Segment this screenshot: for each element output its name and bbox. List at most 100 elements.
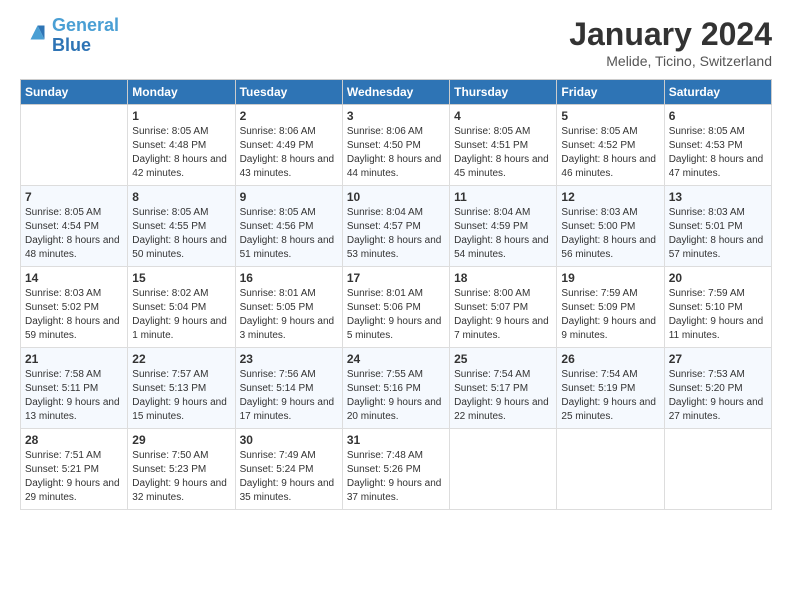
day-number: 22 [132, 352, 230, 366]
col-tuesday: Tuesday [235, 80, 342, 105]
logo-general: General [52, 15, 119, 35]
calendar-cell: 10 Sunrise: 8:04 AMSunset: 4:57 PMDaylig… [342, 186, 449, 267]
calendar-cell [664, 429, 771, 510]
calendar-body: 1 Sunrise: 8:05 AMSunset: 4:48 PMDayligh… [21, 105, 772, 510]
day-number: 28 [25, 433, 123, 447]
calendar-cell: 9 Sunrise: 8:05 AMSunset: 4:56 PMDayligh… [235, 186, 342, 267]
calendar-cell: 3 Sunrise: 8:06 AMSunset: 4:50 PMDayligh… [342, 105, 449, 186]
day-number: 29 [132, 433, 230, 447]
day-info: Sunrise: 8:01 AMSunset: 5:06 PMDaylight:… [347, 287, 445, 343]
day-number: 8 [132, 190, 230, 204]
col-monday: Monday [128, 80, 235, 105]
day-number: 27 [669, 352, 767, 366]
day-info: Sunrise: 7:54 AMSunset: 5:17 PMDaylight:… [454, 368, 552, 424]
calendar-cell: 25 Sunrise: 7:54 AMSunset: 5:17 PMDaylig… [450, 348, 557, 429]
day-number: 12 [561, 190, 659, 204]
day-info: Sunrise: 8:05 AMSunset: 4:48 PMDaylight:… [132, 125, 230, 181]
calendar-cell: 6 Sunrise: 8:05 AMSunset: 4:53 PMDayligh… [664, 105, 771, 186]
page-header: General Blue January 2024 Melide, Ticino… [20, 16, 772, 69]
day-number: 30 [240, 433, 338, 447]
day-number: 4 [454, 109, 552, 123]
calendar-cell: 11 Sunrise: 8:04 AMSunset: 4:59 PMDaylig… [450, 186, 557, 267]
page-container: General Blue January 2024 Melide, Ticino… [0, 0, 792, 520]
day-info: Sunrise: 8:03 AMSunset: 5:01 PMDaylight:… [669, 206, 767, 262]
calendar-cell: 8 Sunrise: 8:05 AMSunset: 4:55 PMDayligh… [128, 186, 235, 267]
day-number: 31 [347, 433, 445, 447]
day-info: Sunrise: 7:55 AMSunset: 5:16 PMDaylight:… [347, 368, 445, 424]
calendar-table: Sunday Monday Tuesday Wednesday Thursday… [20, 79, 772, 510]
day-info: Sunrise: 7:57 AMSunset: 5:13 PMDaylight:… [132, 368, 230, 424]
col-friday: Friday [557, 80, 664, 105]
day-number: 10 [347, 190, 445, 204]
calendar-cell: 14 Sunrise: 8:03 AMSunset: 5:02 PMDaylig… [21, 267, 128, 348]
calendar-cell: 22 Sunrise: 7:57 AMSunset: 5:13 PMDaylig… [128, 348, 235, 429]
logo-text: General Blue [52, 16, 119, 56]
calendar-cell: 20 Sunrise: 7:59 AMSunset: 5:10 PMDaylig… [664, 267, 771, 348]
day-info: Sunrise: 8:05 AMSunset: 4:54 PMDaylight:… [25, 206, 123, 262]
calendar-week-row: 1 Sunrise: 8:05 AMSunset: 4:48 PMDayligh… [21, 105, 772, 186]
col-thursday: Thursday [450, 80, 557, 105]
day-number: 26 [561, 352, 659, 366]
calendar-cell: 21 Sunrise: 7:58 AMSunset: 5:11 PMDaylig… [21, 348, 128, 429]
calendar-cell [21, 105, 128, 186]
day-info: Sunrise: 8:05 AMSunset: 4:56 PMDaylight:… [240, 206, 338, 262]
calendar-cell: 30 Sunrise: 7:49 AMSunset: 5:24 PMDaylig… [235, 429, 342, 510]
day-info: Sunrise: 7:56 AMSunset: 5:14 PMDaylight:… [240, 368, 338, 424]
day-info: Sunrise: 8:06 AMSunset: 4:49 PMDaylight:… [240, 125, 338, 181]
day-info: Sunrise: 7:59 AMSunset: 5:09 PMDaylight:… [561, 287, 659, 343]
calendar-cell: 24 Sunrise: 7:55 AMSunset: 5:16 PMDaylig… [342, 348, 449, 429]
day-number: 20 [669, 271, 767, 285]
calendar-cell: 28 Sunrise: 7:51 AMSunset: 5:21 PMDaylig… [21, 429, 128, 510]
calendar-cell: 17 Sunrise: 8:01 AMSunset: 5:06 PMDaylig… [342, 267, 449, 348]
calendar-cell: 7 Sunrise: 8:05 AMSunset: 4:54 PMDayligh… [21, 186, 128, 267]
day-number: 15 [132, 271, 230, 285]
calendar-cell: 5 Sunrise: 8:05 AMSunset: 4:52 PMDayligh… [557, 105, 664, 186]
day-info: Sunrise: 8:06 AMSunset: 4:50 PMDaylight:… [347, 125, 445, 181]
calendar-header-row: Sunday Monday Tuesday Wednesday Thursday… [21, 80, 772, 105]
calendar-week-row: 21 Sunrise: 7:58 AMSunset: 5:11 PMDaylig… [21, 348, 772, 429]
calendar-cell: 2 Sunrise: 8:06 AMSunset: 4:49 PMDayligh… [235, 105, 342, 186]
day-info: Sunrise: 7:54 AMSunset: 5:19 PMDaylight:… [561, 368, 659, 424]
day-info: Sunrise: 8:04 AMSunset: 4:59 PMDaylight:… [454, 206, 552, 262]
day-info: Sunrise: 8:05 AMSunset: 4:53 PMDaylight:… [669, 125, 767, 181]
calendar-cell: 29 Sunrise: 7:50 AMSunset: 5:23 PMDaylig… [128, 429, 235, 510]
day-number: 16 [240, 271, 338, 285]
calendar-week-row: 7 Sunrise: 8:05 AMSunset: 4:54 PMDayligh… [21, 186, 772, 267]
calendar-week-row: 14 Sunrise: 8:03 AMSunset: 5:02 PMDaylig… [21, 267, 772, 348]
day-number: 13 [669, 190, 767, 204]
day-number: 11 [454, 190, 552, 204]
day-info: Sunrise: 8:05 AMSunset: 4:51 PMDaylight:… [454, 125, 552, 181]
calendar-title: January 2024 [569, 16, 772, 53]
day-number: 6 [669, 109, 767, 123]
calendar-cell: 16 Sunrise: 8:01 AMSunset: 5:05 PMDaylig… [235, 267, 342, 348]
calendar-cell: 19 Sunrise: 7:59 AMSunset: 5:09 PMDaylig… [557, 267, 664, 348]
day-info: Sunrise: 7:59 AMSunset: 5:10 PMDaylight:… [669, 287, 767, 343]
day-info: Sunrise: 7:53 AMSunset: 5:20 PMDaylight:… [669, 368, 767, 424]
day-info: Sunrise: 8:01 AMSunset: 5:05 PMDaylight:… [240, 287, 338, 343]
day-number: 1 [132, 109, 230, 123]
col-wednesday: Wednesday [342, 80, 449, 105]
day-number: 17 [347, 271, 445, 285]
day-info: Sunrise: 8:05 AMSunset: 4:52 PMDaylight:… [561, 125, 659, 181]
day-info: Sunrise: 7:48 AMSunset: 5:26 PMDaylight:… [347, 449, 445, 505]
logo-icon [20, 22, 48, 50]
col-saturday: Saturday [664, 80, 771, 105]
calendar-cell: 23 Sunrise: 7:56 AMSunset: 5:14 PMDaylig… [235, 348, 342, 429]
day-info: Sunrise: 8:02 AMSunset: 5:04 PMDaylight:… [132, 287, 230, 343]
calendar-cell: 4 Sunrise: 8:05 AMSunset: 4:51 PMDayligh… [450, 105, 557, 186]
calendar-cell: 15 Sunrise: 8:02 AMSunset: 5:04 PMDaylig… [128, 267, 235, 348]
logo: General Blue [20, 16, 119, 56]
day-info: Sunrise: 8:03 AMSunset: 5:00 PMDaylight:… [561, 206, 659, 262]
day-number: 19 [561, 271, 659, 285]
day-info: Sunrise: 7:51 AMSunset: 5:21 PMDaylight:… [25, 449, 123, 505]
day-number: 9 [240, 190, 338, 204]
calendar-cell: 1 Sunrise: 8:05 AMSunset: 4:48 PMDayligh… [128, 105, 235, 186]
day-info: Sunrise: 7:49 AMSunset: 5:24 PMDaylight:… [240, 449, 338, 505]
logo-blue: Blue [52, 35, 91, 55]
day-info: Sunrise: 8:05 AMSunset: 4:55 PMDaylight:… [132, 206, 230, 262]
calendar-cell [450, 429, 557, 510]
day-number: 25 [454, 352, 552, 366]
day-number: 18 [454, 271, 552, 285]
calendar-cell: 13 Sunrise: 8:03 AMSunset: 5:01 PMDaylig… [664, 186, 771, 267]
calendar-cell [557, 429, 664, 510]
